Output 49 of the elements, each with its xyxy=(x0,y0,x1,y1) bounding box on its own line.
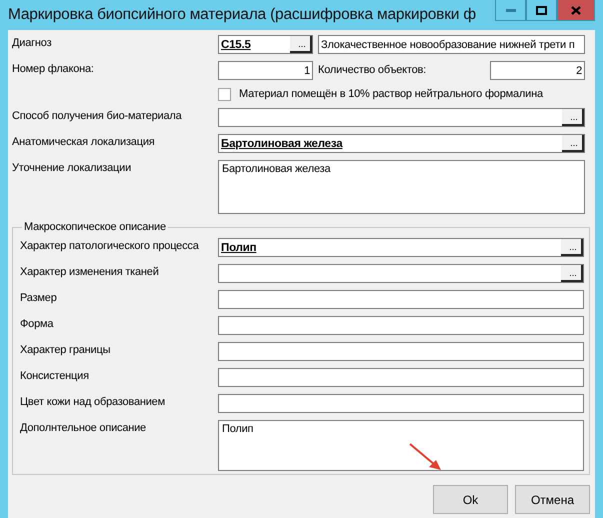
field-label: Способ получения био-материала xyxy=(12,109,183,124)
lookup-field[interactable]: ... xyxy=(218,264,584,283)
lookup-field[interactable]: C15.5 ... xyxy=(218,35,313,54)
field-label: Уточнение локализации xyxy=(12,161,132,176)
browse-button[interactable]: ... xyxy=(562,109,584,126)
browse-button[interactable]: ... xyxy=(290,36,312,53)
field-value: Полип xyxy=(221,242,258,254)
close-icon xyxy=(571,6,581,14)
field-label: Номер флакона: xyxy=(12,62,95,77)
memo-field[interactable]: Бартолиновая железа xyxy=(218,160,585,214)
field-label: Цвет кожи над образованием xyxy=(20,395,166,410)
text-field[interactable] xyxy=(218,342,584,361)
field-label: Характер изменения тканей xyxy=(20,265,160,280)
field-label: Форма xyxy=(20,317,54,332)
close-button[interactable] xyxy=(557,0,595,21)
field-label: Количество объектов: xyxy=(318,63,428,78)
lookup-field[interactable]: Бартолиновая железа ... xyxy=(218,134,585,153)
field-label: Анатомическая локализация xyxy=(12,135,156,150)
dialog-button[interactable]: Ok xyxy=(433,485,508,514)
memo-field[interactable]: Полип xyxy=(218,420,584,471)
field-value: C15.5 xyxy=(221,38,252,50)
field-value: Бартолиновая железа xyxy=(221,138,344,150)
maximize-icon xyxy=(536,6,547,14)
field-label: Характер патологического процесса xyxy=(20,239,200,254)
field-label: Дополнтельное описание xyxy=(20,421,147,436)
lookup-field[interactable]: ... xyxy=(218,108,585,127)
field-label: Диагноз xyxy=(12,36,52,51)
maximize-button[interactable] xyxy=(526,0,557,21)
browse-button[interactable]: ... xyxy=(561,239,583,256)
text-field[interactable] xyxy=(218,316,584,335)
window-title: Маркировка биопсийного материала (расшифровка маркировки ф xyxy=(8,5,477,25)
field-label: Консистенция xyxy=(20,369,90,384)
number-field[interactable]: 1 xyxy=(218,61,313,80)
text-field[interactable] xyxy=(218,394,584,413)
field-label: Характер границы xyxy=(20,343,112,358)
minimize-icon xyxy=(506,8,516,12)
checkbox[interactable] xyxy=(218,88,231,100)
browse-button[interactable]: ... xyxy=(562,135,584,152)
dialog-button[interactable]: Отмена xyxy=(515,485,590,514)
lookup-field[interactable]: Полип ... xyxy=(218,238,584,257)
pointer-arrow xyxy=(408,442,442,472)
text-field[interactable] xyxy=(218,290,584,309)
group-title: Макроскопическое описание xyxy=(23,221,167,233)
text-field[interactable]: Злокачественное новообразование нижней трети п xyxy=(318,35,585,54)
field-label: Размер xyxy=(20,291,58,306)
text-field[interactable] xyxy=(218,368,584,387)
checkbox-label: Материал помещён в 10% раствор нейтрального формалина xyxy=(239,87,543,101)
number-field[interactable]: 2 xyxy=(490,61,585,80)
browse-button[interactable]: ... xyxy=(561,265,583,282)
